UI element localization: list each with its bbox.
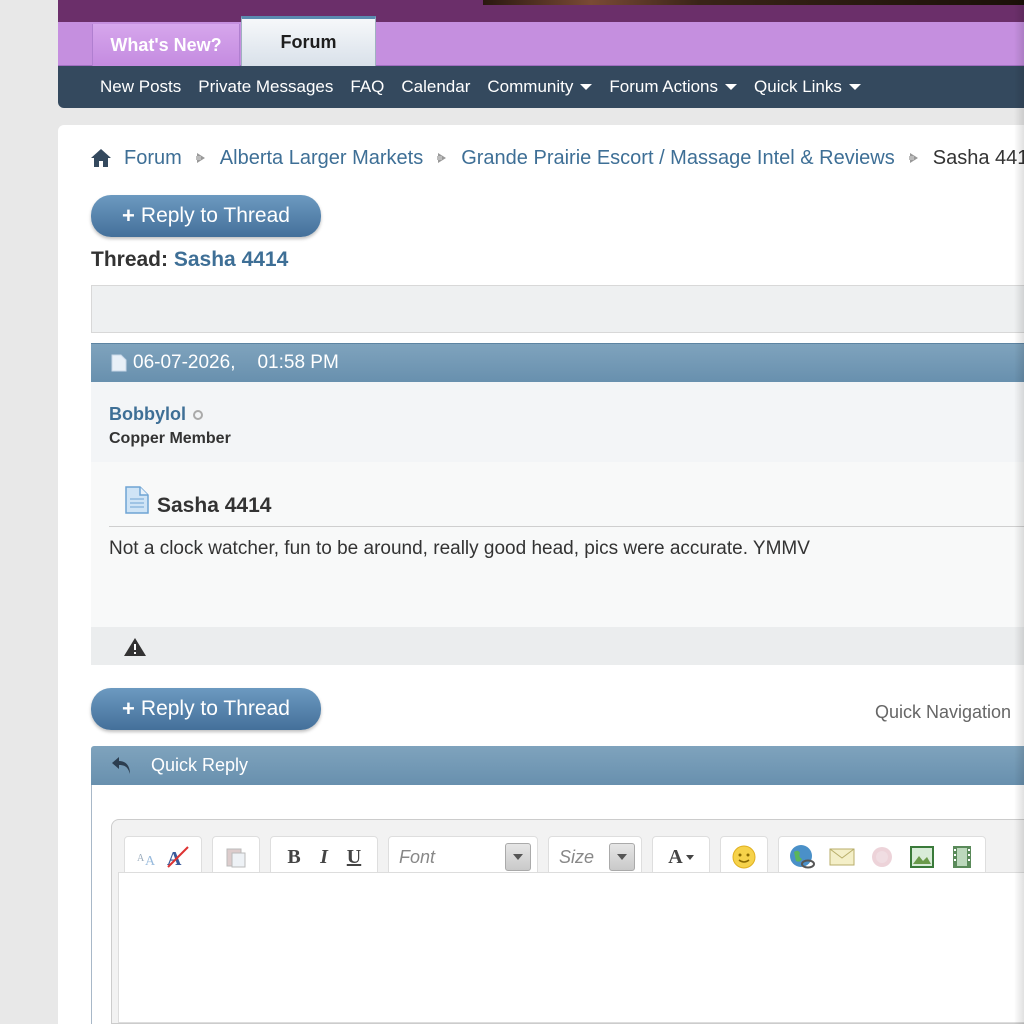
- tab-bar: What's New? Forum: [58, 16, 1024, 66]
- breadcrumb-item-alberta[interactable]: Alberta Larger Markets: [220, 147, 423, 170]
- remove-format-icon[interactable]: A: [163, 842, 193, 872]
- breadcrumb-arrow-icon: [437, 153, 447, 163]
- nav-forum-actions-menu[interactable]: Forum Actions: [609, 77, 738, 97]
- post-footer: [91, 627, 1024, 665]
- nav-label: Private Messages: [198, 77, 334, 96]
- thread-title: Thread: Sasha 4414: [91, 248, 288, 272]
- message-textarea[interactable]: [118, 872, 1024, 1023]
- nav-private-messages[interactable]: Private Messages: [198, 77, 333, 97]
- tab-forum[interactable]: Forum: [241, 16, 376, 66]
- post-time: 01:58 PM: [257, 352, 339, 373]
- breadcrumb-item-forum[interactable]: Forum: [124, 147, 182, 170]
- chevron-down-icon: [848, 84, 861, 90]
- chevron-down-icon: [580, 84, 593, 90]
- home-icon[interactable]: [90, 148, 112, 168]
- plus-icon: +: [122, 696, 135, 721]
- link-globe-icon[interactable]: [787, 842, 817, 872]
- breadcrumb: Forum Alberta Larger Markets Grande Prai…: [90, 145, 1024, 171]
- font-select-label: Font: [399, 846, 436, 867]
- post-divider: [109, 526, 1024, 527]
- breadcrumb-item-grande-prairie[interactable]: Grande Prairie Escort / Massage Intel & …: [461, 147, 895, 170]
- quick-reply-title: Quick Reply: [151, 755, 249, 775]
- svg-text:A: A: [137, 853, 145, 864]
- post-title: Sasha 4414: [125, 486, 271, 518]
- report-post-icon[interactable]: [123, 637, 147, 657]
- reply-to-thread-button[interactable]: + Reply to Thread: [91, 195, 321, 237]
- text-color-label: A: [668, 845, 683, 868]
- post-user-info: Bobbylol Copper Member: [91, 382, 1024, 462]
- site-banner: [58, 0, 1024, 22]
- nav-faq[interactable]: FAQ: [350, 77, 384, 97]
- nav-label: FAQ: [350, 77, 385, 96]
- thread-tools-bar: [91, 285, 1024, 333]
- nav-label: New Posts: [100, 77, 182, 96]
- chevron-down-icon: [685, 854, 694, 860]
- banner-image: [483, 0, 1024, 5]
- nav-bar: New Posts Private Messages FAQ Calendar …: [58, 66, 1024, 108]
- post-header: 06-07-2026, 01:58 PM: [91, 343, 1024, 382]
- font-size-icon[interactable]: AA: [133, 842, 163, 872]
- user-title: Copper Member: [109, 430, 231, 447]
- insert-video-icon[interactable]: [947, 842, 977, 872]
- nav-community-menu[interactable]: Community: [487, 77, 593, 97]
- nav-quick-links-menu[interactable]: Quick Links: [754, 77, 861, 97]
- reply-button-label: Reply to Thread: [140, 204, 290, 227]
- nav-calendar[interactable]: Calendar: [401, 77, 470, 97]
- post-body: Sasha 4414 Not a clock watcher, fun to b…: [91, 462, 1024, 627]
- main-panel: Forum Alberta Larger Markets Grande Prai…: [58, 125, 1024, 1024]
- breadcrumb-arrow-icon: [908, 153, 918, 163]
- email-link-icon[interactable]: [827, 842, 857, 872]
- post-document-icon: [125, 486, 149, 514]
- size-select-label: Size: [559, 846, 595, 867]
- message-editor: AA A B I U Font Size A: [111, 819, 1024, 1024]
- reply-button-label: Reply to Thread: [140, 697, 290, 720]
- nav-new-posts[interactable]: New Posts: [100, 77, 181, 97]
- username-text: Bobbylol: [109, 404, 186, 424]
- quick-reply-header: Quick Reply: [91, 746, 1024, 785]
- username-link[interactable]: Bobbylol: [109, 404, 203, 425]
- tab-whats-new[interactable]: What's New?: [92, 24, 240, 66]
- nav-label: Forum Actions: [609, 77, 719, 96]
- nav-label: Calendar: [401, 77, 471, 96]
- text-color-button[interactable]: A: [661, 842, 701, 872]
- thread-name-link[interactable]: Sasha 4414: [174, 248, 288, 271]
- document-icon: [111, 354, 127, 372]
- breadcrumb-arrow-icon: [195, 153, 205, 163]
- post-date: 06-07-2026,: [133, 352, 236, 373]
- svg-text:A: A: [145, 854, 156, 869]
- reply-to-thread-button-bottom[interactable]: + Reply to Thread: [91, 688, 321, 730]
- italic-button[interactable]: I: [309, 842, 339, 872]
- offline-status-icon: [193, 409, 203, 420]
- reply-arrow-icon: [112, 756, 130, 774]
- plus-icon: +: [122, 203, 135, 228]
- chevron-down-icon: [725, 84, 738, 90]
- chevron-down-icon: [609, 843, 635, 871]
- nav-label: Quick Links: [754, 77, 842, 96]
- nav-label: Community: [487, 77, 574, 96]
- unlink-icon[interactable]: [867, 842, 897, 872]
- post-message: Not a clock watcher, fun to be around, r…: [109, 538, 810, 559]
- underline-button[interactable]: U: [339, 842, 369, 872]
- quick-navigation-link[interactable]: Quick Navigation: [875, 702, 1011, 723]
- breadcrumb-item-current: Sasha 4414: [932, 146, 1024, 169]
- post-title-text: Sasha 4414: [157, 494, 272, 517]
- bold-button[interactable]: B: [279, 842, 309, 872]
- page-edge-shadow: [1014, 0, 1024, 1024]
- quick-reply-box: AA A B I U Font Size A: [91, 785, 1024, 1024]
- insert-image-icon[interactable]: [907, 842, 937, 872]
- smiley-icon[interactable]: [729, 842, 759, 872]
- paste-icon[interactable]: [221, 842, 251, 872]
- thread-prefix: Thread:: [91, 248, 169, 271]
- chevron-down-icon: [505, 843, 531, 871]
